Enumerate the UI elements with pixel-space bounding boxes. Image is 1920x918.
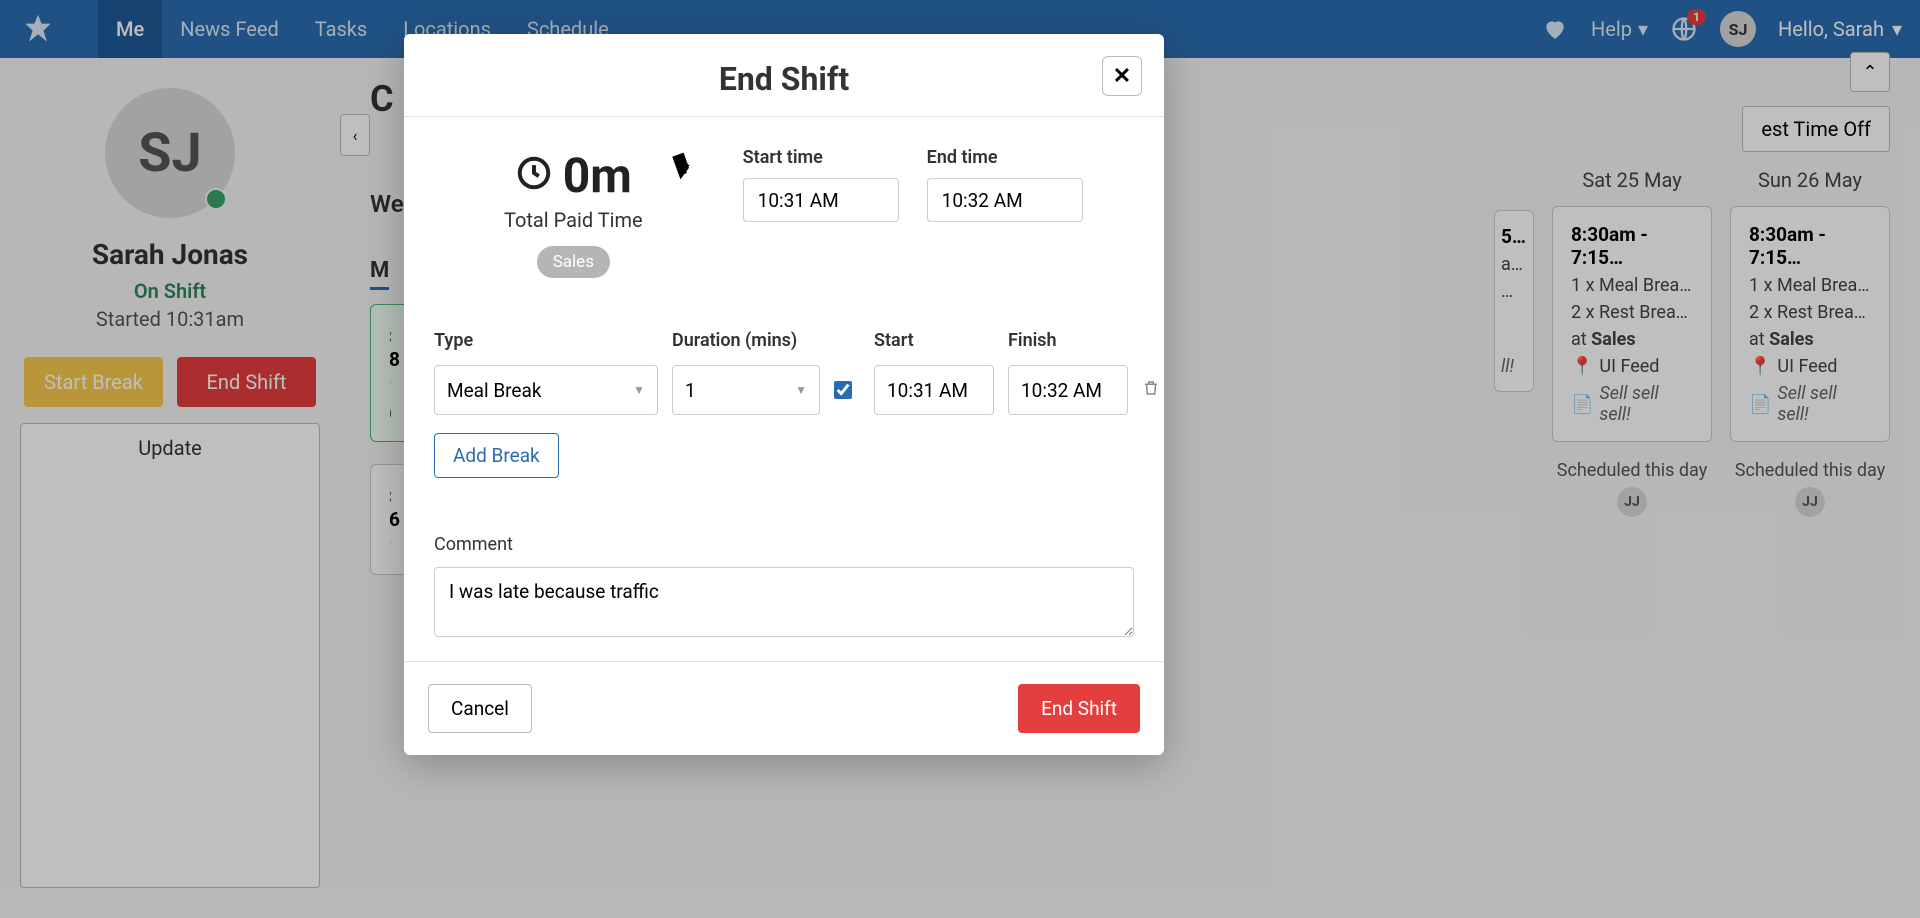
- department-pill: Sales: [537, 246, 610, 278]
- break-type-select[interactable]: Meal Break ▼: [434, 365, 658, 415]
- break-duration-select[interactable]: 1▼: [672, 365, 820, 415]
- break-finish-label: Finish: [1008, 330, 1128, 351]
- close-icon: ✕: [1113, 64, 1131, 89]
- modal-title: End Shift: [719, 60, 849, 98]
- break-duration-label: Duration (mins): [672, 330, 820, 351]
- confirm-end-shift-button[interactable]: End Shift: [1018, 684, 1140, 733]
- end-time-label: End time: [927, 147, 1083, 168]
- cancel-button[interactable]: Cancel: [428, 684, 532, 733]
- add-break-button[interactable]: Add Break: [434, 433, 559, 478]
- end-time-input[interactable]: [927, 178, 1083, 222]
- break-link-checkbox[interactable]: [834, 381, 852, 399]
- paid-time-value: 0m: [563, 147, 632, 204]
- chevron-down-icon: ▼: [795, 383, 807, 397]
- break-start-label: Start: [874, 330, 994, 351]
- clock-icon: [515, 147, 553, 204]
- comment-textarea[interactable]: [434, 567, 1134, 637]
- modal-close-button[interactable]: ✕: [1102, 56, 1142, 96]
- comment-label: Comment: [434, 534, 1134, 555]
- break-type-label: Type: [434, 330, 658, 351]
- end-shift-modal: End Shift ✕ 0m Total Paid Time Sales Sta…: [404, 34, 1164, 755]
- break-finish-input[interactable]: [1008, 365, 1128, 415]
- trash-icon: [1142, 382, 1160, 401]
- delete-break-button[interactable]: [1142, 379, 1172, 401]
- break-type-value: Meal Break: [447, 379, 541, 402]
- break-start-input[interactable]: [874, 365, 994, 415]
- paid-time-label: Total Paid Time: [504, 208, 643, 232]
- chevron-down-icon: ▼: [633, 383, 645, 397]
- start-time-input[interactable]: [743, 178, 899, 222]
- start-time-label: Start time: [743, 147, 899, 168]
- break-duration-value: 1: [685, 379, 696, 402]
